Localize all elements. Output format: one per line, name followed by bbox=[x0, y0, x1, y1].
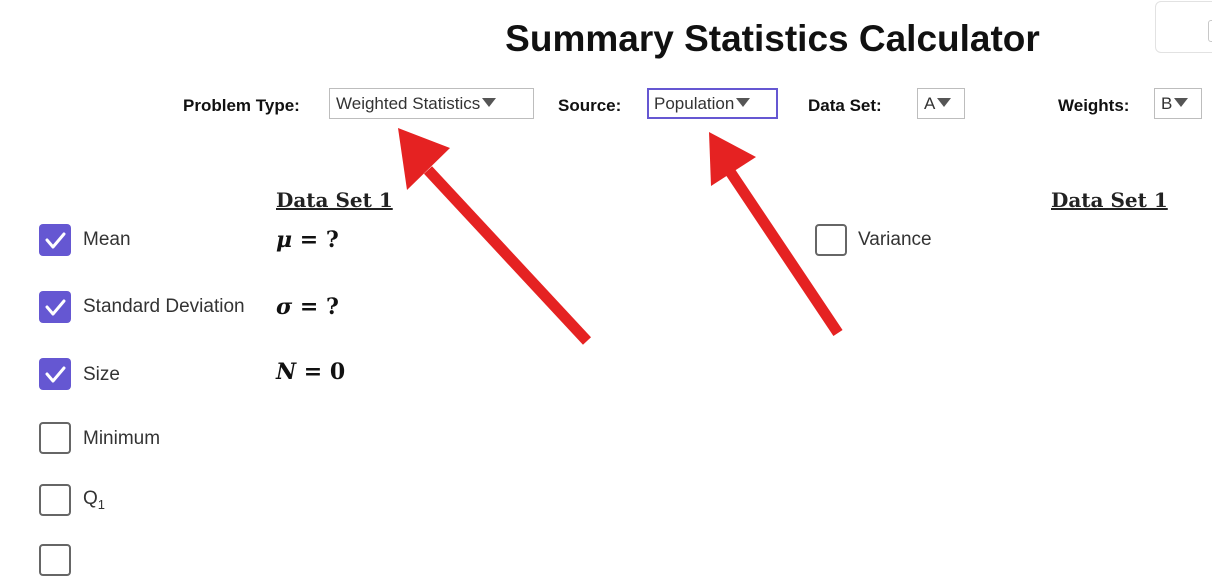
data-set-value: A bbox=[924, 94, 936, 113]
size-formula: N = 0 bbox=[276, 359, 346, 385]
weights-value: B bbox=[1161, 94, 1173, 113]
next-stat-checkbox[interactable] bbox=[39, 544, 71, 576]
q1-checkbox[interactable] bbox=[39, 484, 71, 516]
variance-checkbox[interactable] bbox=[815, 224, 847, 256]
size-checkbox[interactable] bbox=[39, 358, 71, 390]
caret-down-icon bbox=[736, 98, 751, 107]
problem-type-dropdown[interactable]: Weighted Statistics bbox=[329, 88, 534, 119]
right-dataset-header: Data Set 1 bbox=[1051, 188, 1168, 212]
minimum-checkbox[interactable] bbox=[39, 422, 71, 454]
checkmark-icon bbox=[45, 366, 66, 383]
data-set-label: Data Set: bbox=[808, 96, 882, 115]
checkmark-icon bbox=[45, 299, 66, 316]
mean-label: Mean bbox=[83, 229, 131, 250]
mean-checkbox[interactable] bbox=[39, 224, 71, 256]
page-title: Summary Statistics Calculator bbox=[505, 18, 1040, 59]
red-arrow-icon bbox=[398, 128, 592, 345]
caret-down-icon bbox=[1174, 98, 1189, 107]
problem-type-value: Weighted Statistics bbox=[336, 94, 481, 113]
q1-label: Q1 bbox=[83, 488, 106, 512]
standard-deviation-checkbox[interactable] bbox=[39, 291, 71, 323]
standard-deviation-formula: σ = ? bbox=[276, 294, 339, 320]
checkmark-icon bbox=[45, 232, 66, 249]
caret-down-icon bbox=[482, 98, 497, 107]
mean-formula: μ = ? bbox=[276, 227, 339, 253]
source-value: Population bbox=[654, 94, 735, 113]
size-label: Size bbox=[83, 364, 120, 385]
standard-deviation-label: Standard Deviation bbox=[83, 296, 245, 317]
source-dropdown[interactable]: Population bbox=[647, 88, 778, 119]
problem-type-label: Problem Type: bbox=[183, 96, 300, 115]
caret-down-icon bbox=[937, 98, 952, 107]
source-label: Source: bbox=[558, 96, 622, 115]
minimum-label: Minimum bbox=[83, 428, 161, 449]
weights-label: Weights: bbox=[1058, 96, 1130, 115]
left-dataset-header: Data Set 1 bbox=[276, 188, 393, 212]
data-set-dropdown[interactable]: A bbox=[917, 88, 965, 119]
weights-dropdown[interactable]: B bbox=[1154, 88, 1202, 119]
annotation-arrows bbox=[398, 128, 843, 345]
variance-label: Variance bbox=[858, 229, 932, 250]
